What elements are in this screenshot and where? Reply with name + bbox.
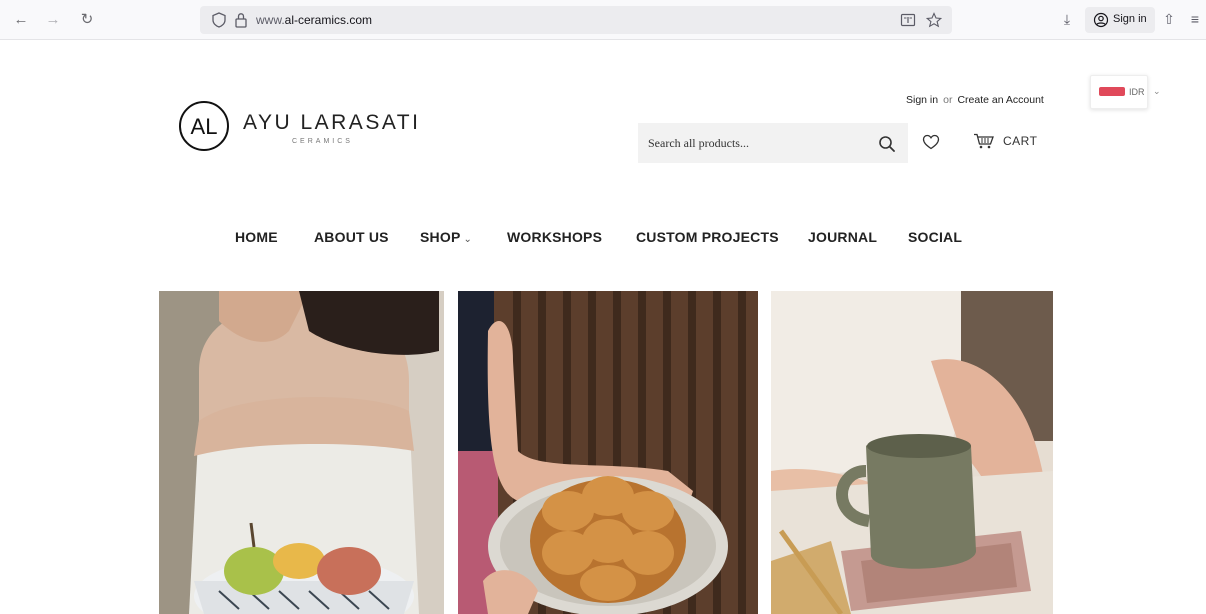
currency-code: IDR <box>1129 87 1145 97</box>
brand-name[interactable]: AYU LARASATI <box>243 111 420 135</box>
search-box <box>638 123 908 163</box>
downloads-icon[interactable]: ⤓ <box>1058 10 1076 28</box>
product-image-fruit-bowl[interactable] <box>159 291 444 614</box>
nav-journal-label: JOURNAL <box>808 229 878 245</box>
cart-icon <box>974 133 994 149</box>
browser-toolbar: ← → ↻ www.al-ceramics.com ⤓ Sign in ⇧ ≡ <box>0 0 1206 40</box>
product-image-bread-plate[interactable] <box>458 291 758 614</box>
nav-shop-label: SHOP <box>420 229 461 245</box>
nav-home[interactable]: HOME <box>235 229 278 245</box>
url-domain: al-ceramics.com <box>284 13 373 27</box>
product-image-mug[interactable] <box>771 291 1053 614</box>
search-input[interactable] <box>638 123 868 163</box>
menu-icon[interactable]: ≡ <box>1186 10 1204 28</box>
nav-workshops[interactable]: WORKSHOPS <box>507 229 602 245</box>
forward-icon[interactable]: → <box>42 9 64 31</box>
nav-about-us[interactable]: ABOUT US <box>314 229 389 245</box>
chevron-down-icon: ⌄ <box>463 234 473 245</box>
brand-logo-mark[interactable]: AL <box>178 100 230 152</box>
browser-signin-button[interactable]: Sign in <box>1085 7 1155 33</box>
browser-signin-label: Sign in <box>1113 13 1147 25</box>
brand-subtitle: CERAMICS <box>292 138 353 145</box>
nav-shop[interactable]: SHOP ⌄ <box>420 229 472 245</box>
signin-link[interactable]: Sign in <box>906 94 938 106</box>
cart-label: CART <box>1003 134 1038 148</box>
bookmark-star-icon[interactable] <box>926 12 942 28</box>
lock-icon[interactable] <box>234 12 248 28</box>
nav-social-label: SOCIAL <box>908 229 963 245</box>
address-bar[interactable]: www.al-ceramics.com <box>200 6 952 34</box>
nav-home-label: HOME <box>235 229 278 245</box>
search-icon[interactable] <box>878 135 896 153</box>
logo-mark-text: AL <box>191 114 218 139</box>
back-icon[interactable]: ← <box>10 9 32 31</box>
currency-selector[interactable]: IDR ⌄ <box>1090 75 1161 109</box>
url-prefix: www. <box>256 13 285 27</box>
tracking-shield-icon[interactable] <box>212 12 226 28</box>
create-account-link[interactable]: Create an Account <box>957 94 1043 106</box>
flag-icon <box>1099 87 1125 96</box>
nav-custom-projects[interactable]: CUSTOM PROJECTS <box>636 229 779 245</box>
main-nav: HOME ABOUT US SHOP ⌄ WORKSHOPS CUSTOM PRO… <box>0 229 1206 251</box>
chevron-down-icon: ⌄ <box>1153 86 1161 96</box>
nav-custom-projects-label: CUSTOM PROJECTS <box>636 229 779 245</box>
wishlist-heart-icon[interactable] <box>922 133 940 151</box>
url-text[interactable]: www.al-ceramics.com <box>256 12 372 28</box>
or-text: or <box>943 94 953 106</box>
reader-view-icon[interactable] <box>900 12 916 28</box>
account-icon <box>1093 12 1109 28</box>
nav-workshops-label: WORKSHOPS <box>507 229 603 245</box>
nav-social[interactable]: SOCIAL <box>908 229 962 245</box>
nav-about-label: ABOUT US <box>314 229 389 245</box>
nav-journal[interactable]: JOURNAL <box>808 229 877 245</box>
account-links: Sign in or Create an Account <box>906 94 1044 106</box>
extensions-icon[interactable]: ⇧ <box>1160 10 1178 28</box>
reload-icon[interactable]: ↻ <box>76 9 98 31</box>
